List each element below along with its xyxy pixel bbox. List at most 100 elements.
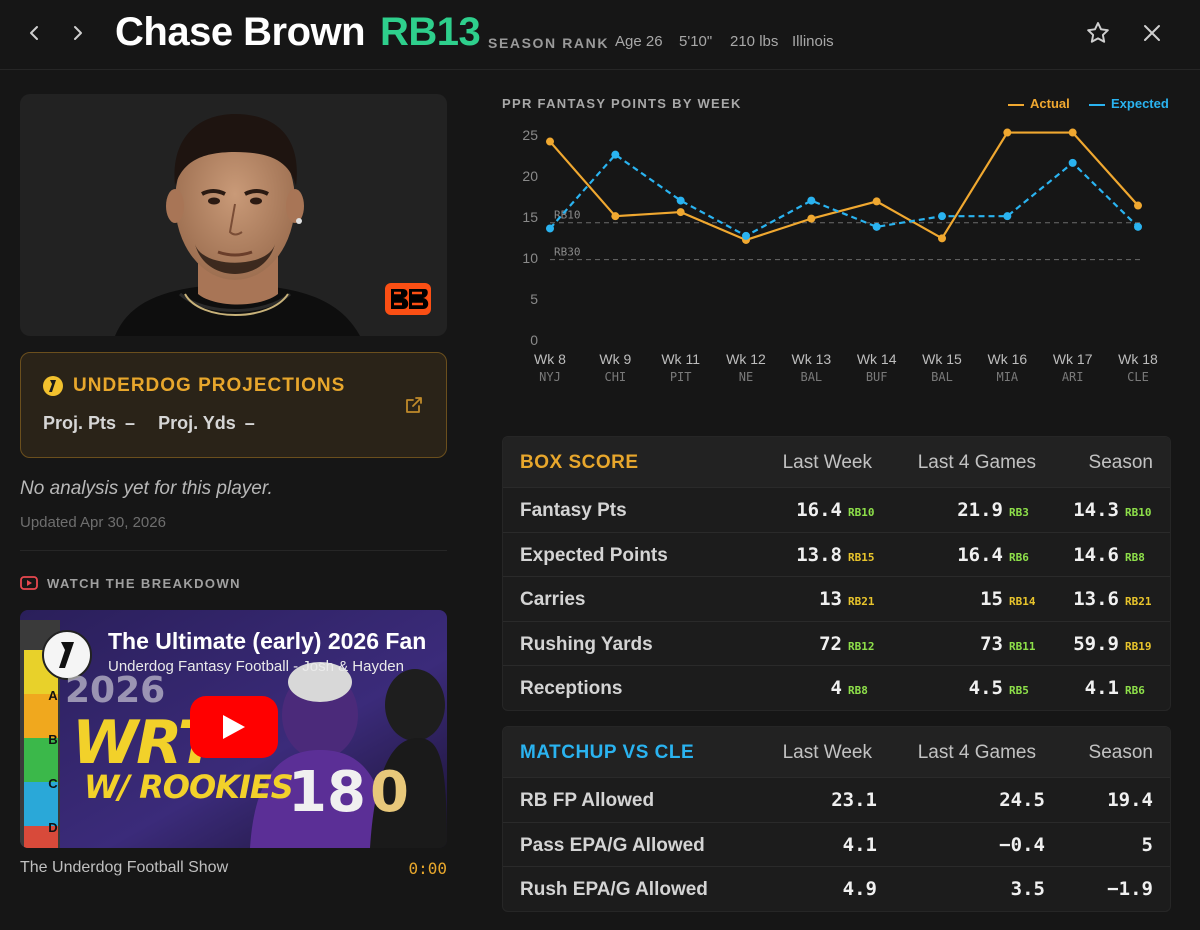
table-cell: −1.9	[1107, 878, 1153, 900]
table-cell: 21.9 RB3	[957, 499, 1038, 521]
previous-player-button[interactable]	[20, 18, 50, 48]
box-score-table: BOX SCORE Last Week Last 4 Games Season Fant…	[502, 436, 1171, 711]
table-row: Receptions 4 RB8 4.5 RB5 4.1 RB6	[503, 665, 1170, 710]
cell-value: 72	[819, 632, 842, 655]
cell-value: 73	[980, 632, 1003, 655]
play-icon	[223, 715, 245, 739]
player-weight: 210 lbs	[730, 33, 779, 50]
tier-label: D	[48, 820, 58, 835]
proj-yds-label: Proj. Yds	[158, 413, 236, 433]
data-point-actual	[546, 137, 554, 146]
x-tick-opponent: BAL	[800, 370, 822, 384]
row-label: Expected Points	[520, 544, 668, 566]
table-cell: 4.1	[843, 834, 877, 856]
table-title: MATCHUP VS CLE	[520, 742, 695, 763]
cell-value: 24.5	[999, 789, 1045, 811]
cell-rank: RB8	[1125, 550, 1145, 564]
video-jersey-left: 18	[288, 760, 366, 825]
cell-value: 13	[819, 588, 842, 610]
cell-rank: RB3	[1009, 506, 1029, 519]
x-tick-opponent: BAL	[931, 370, 953, 384]
data-point-actual	[1003, 128, 1012, 137]
player-name: Chase Brown	[115, 10, 366, 54]
x-tick-opponent: CHI	[604, 370, 626, 384]
data-point-expected	[872, 222, 881, 231]
table-cell: 13.6 RB21	[1073, 588, 1154, 610]
row-label: Rush EPA/G Allowed	[520, 879, 708, 900]
data-point-actual	[872, 197, 881, 206]
open-projections-link[interactable]	[404, 395, 424, 420]
x-tick-opponent: ARI	[1062, 370, 1084, 384]
cell-rank: RB8	[848, 684, 868, 697]
cell-value: 4.5	[968, 677, 1003, 699]
video-jersey-right: 0	[370, 760, 409, 825]
close-button[interactable]	[1136, 17, 1168, 49]
cell-rank: RB11	[1009, 639, 1036, 653]
table-title: BOX SCORE	[520, 452, 639, 473]
data-point-expected	[546, 224, 554, 233]
legend-swatch	[1008, 103, 1024, 106]
cell-value: −1.9	[1107, 878, 1153, 900]
chart-title: PPR FANTASY POINTS BY WEEK	[502, 96, 742, 111]
column-header: Last 4 Games	[917, 742, 1036, 763]
table-cell: 13.8 RB15	[796, 544, 877, 566]
divider	[20, 550, 447, 551]
y-tick-label: 20	[522, 168, 538, 184]
season-rank-label: SEASON RANK	[488, 35, 610, 51]
cell-rank: RB5	[1009, 684, 1029, 697]
reference-line-label: RB30	[554, 246, 581, 259]
series-line-expected	[549, 153, 1139, 238]
cell-value: 4.1	[842, 833, 877, 856]
data-point-actual	[938, 234, 946, 243]
cell-rank: RB12	[848, 639, 875, 653]
cell-value: −0.4	[999, 833, 1045, 856]
video-player[interactable]: The Ultimate (early) 2026 Fan Underdog F…	[20, 610, 447, 848]
updated-date: Updated Apr 30, 2026	[20, 514, 166, 531]
table-cell: 3.5	[1011, 878, 1045, 900]
projections-stats: Proj. Pts – Proj. Yds –	[43, 413, 255, 434]
cell-value: 19.4	[1107, 789, 1153, 811]
favorite-button[interactable]	[1082, 17, 1114, 49]
data-point-actual	[807, 214, 816, 223]
table-cell: 19.4	[1107, 789, 1153, 811]
x-tick-opponent: NYJ	[539, 370, 561, 384]
cell-rank: RB15	[848, 550, 875, 564]
data-point-expected	[1134, 222, 1142, 231]
column-header: Last Week	[782, 452, 872, 473]
chevron-left-icon	[30, 26, 38, 40]
table-row: RB FP Allowed 23.1 24.5 19.4	[503, 777, 1170, 822]
row-label: RB FP Allowed	[520, 790, 655, 811]
data-point-expected	[611, 150, 620, 159]
table-cell: 4.5 RB5	[969, 677, 1038, 699]
data-point-actual	[676, 208, 685, 217]
analysis-text: No analysis yet for this player.	[20, 478, 273, 499]
underdog-logo-icon	[43, 376, 63, 396]
x-tick-label: Wk 17	[1053, 351, 1093, 367]
cell-value: 13.8	[796, 543, 842, 566]
next-player-button[interactable]	[62, 18, 92, 48]
tier-label: B	[48, 732, 58, 747]
x-tick-label: Wk 18	[1118, 351, 1158, 367]
x-tick-label: Wk 11	[661, 351, 700, 367]
series-line-actual	[549, 131, 1139, 242]
cell-value: 4	[830, 677, 842, 699]
play-button[interactable]	[190, 696, 278, 758]
table-header: BOX SCORE Last Week Last 4 Games Season	[503, 437, 1170, 487]
x-tick-opponent: CLE	[1127, 370, 1149, 384]
data-point-actual	[1134, 201, 1142, 210]
x-tick-label: Wk 15	[922, 351, 962, 367]
x-tick-label: Wk 9	[599, 351, 631, 367]
proj-yds-value: –	[244, 413, 255, 433]
tier-label: C	[48, 776, 58, 791]
table-cell: 14.3 RB10	[1073, 499, 1154, 521]
x-tick-label: Wk 14	[857, 351, 897, 367]
column-header: Last 4 Games	[917, 452, 1036, 473]
x-tick-label: Wk 13	[791, 351, 831, 367]
y-tick-label: 25	[522, 127, 538, 143]
x-tick-opponent: BUF	[866, 370, 888, 384]
data-point-expected	[742, 231, 750, 240]
cell-value: 14.3	[1073, 499, 1119, 521]
matchup-table: MATCHUP VS CLE Last Week Last 4 Games Seaso…	[502, 726, 1171, 912]
row-label: Carries	[520, 589, 586, 610]
data-point-actual	[611, 212, 620, 221]
